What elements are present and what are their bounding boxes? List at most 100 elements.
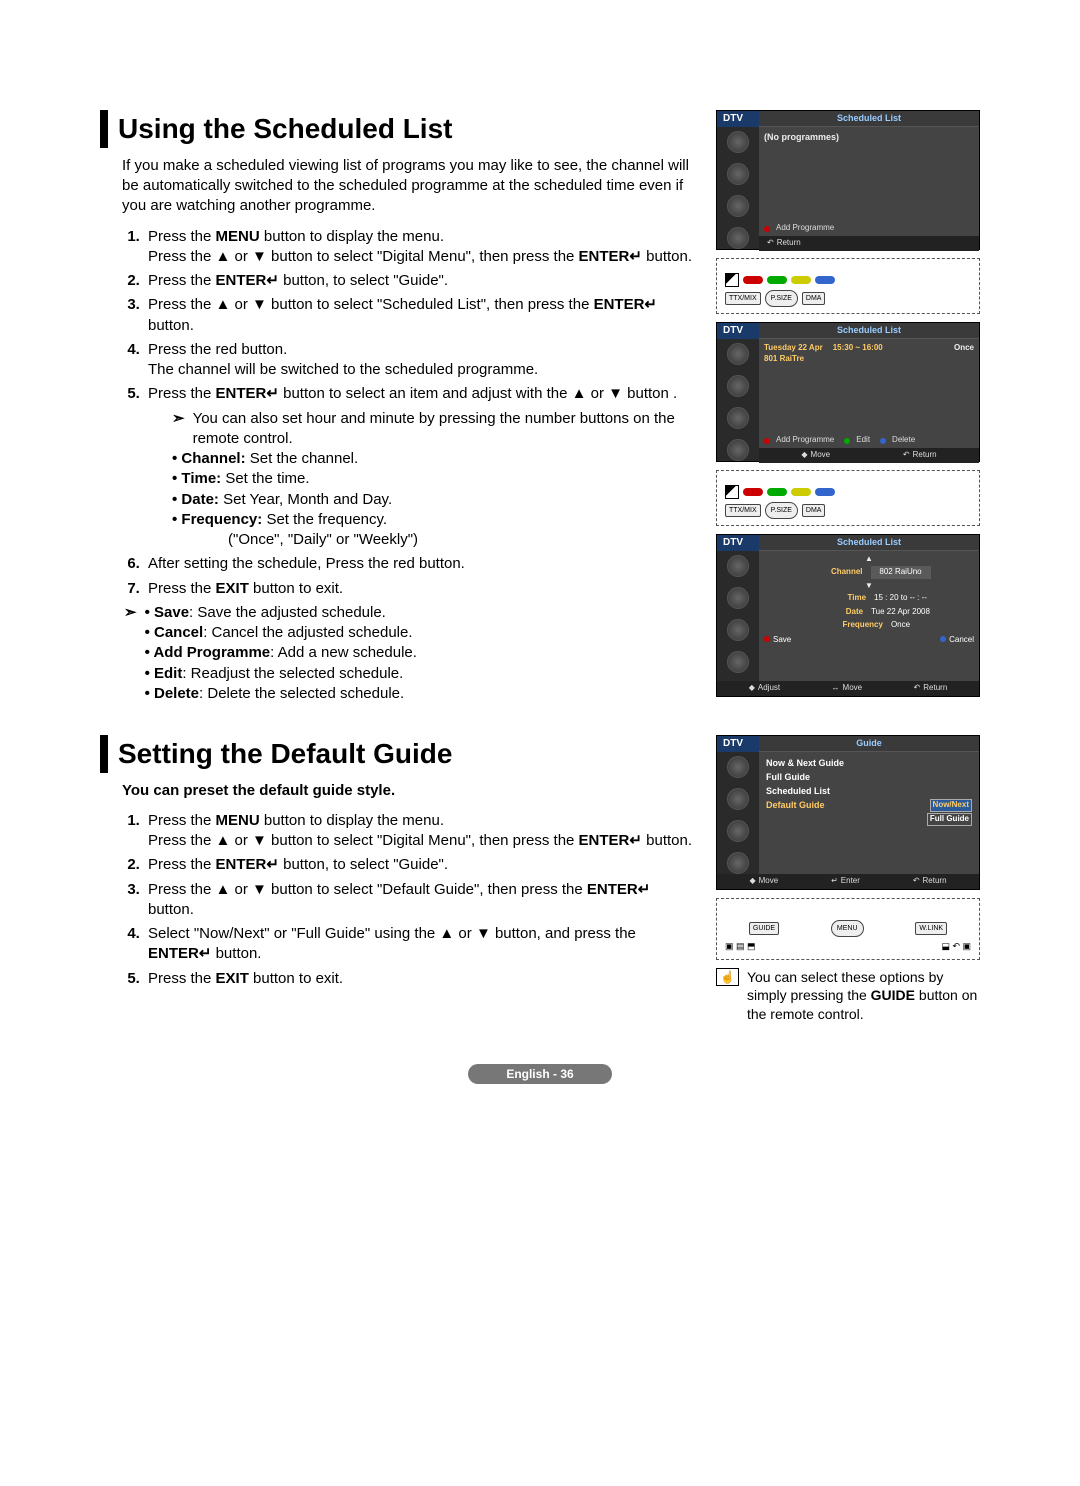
red-button-icon xyxy=(743,276,763,284)
note-arrow-icon: ➣ xyxy=(124,603,137,704)
osd-title: Scheduled List xyxy=(759,535,979,551)
window-icon xyxy=(725,485,739,499)
move-hint: ↔ Move xyxy=(832,683,863,694)
guide-item-scheduled: Scheduled List xyxy=(764,784,974,798)
step5-bullets: Channel: Set the channel. Time: Set the … xyxy=(172,449,698,530)
yellow-button-icon xyxy=(791,276,811,284)
green-button-icon xyxy=(767,276,787,284)
page-number: English - 36 xyxy=(468,1064,611,1084)
adjust-hint: ◆ Adjust xyxy=(749,683,780,694)
enter-icon: ↵ xyxy=(644,296,657,313)
step2-2: Press the ENTER↵ button, to select "Guid… xyxy=(144,855,698,875)
schedule-row: Tuesday 22 Apr 15:30 ~ 16:00 Once xyxy=(764,343,974,354)
sidebar-icon xyxy=(727,227,749,249)
osd-sidebar xyxy=(717,127,759,249)
action-bullets: Save: Save the adjusted schedule. Cancel… xyxy=(145,603,417,704)
step2-1: Press the MENU button to display the men… xyxy=(144,811,698,852)
dtv-badge: DTV xyxy=(717,736,759,752)
osd-scheduled-one: DTV Scheduled List Tuesday 22 Apr 15:30 … xyxy=(716,322,980,462)
cancel-hint: Cancel xyxy=(940,635,974,646)
form-row-frequency: FrequencyOnce xyxy=(764,620,974,631)
no-programmes-label: (No programmes) xyxy=(764,131,974,143)
osd-scheduled-empty: DTV Scheduled List (No programmes) Add P… xyxy=(716,110,980,250)
option-full-guide: Full Guide xyxy=(927,813,972,826)
steps-list-1: Press the MENU button to display the men… xyxy=(144,227,698,599)
osd-title: Scheduled List xyxy=(759,323,979,339)
step5-note: ➣ You can also set hour and minute by pr… xyxy=(172,409,698,450)
remote-strip-1: TTX/MIX P.SIZE DMA xyxy=(716,258,980,314)
dtv-badge: DTV xyxy=(717,111,759,127)
add-programme-hint: Add Programme xyxy=(764,223,834,234)
enter-icon: ↵ xyxy=(266,272,279,289)
form-row-channel: Channel802 RaiUno xyxy=(764,566,974,579)
post-steps-note: ➣ Save: Save the adjusted schedule. Canc… xyxy=(124,603,698,704)
enter-hint: ↵ Enter xyxy=(831,876,860,887)
heading-default-guide: Setting the Default Guide xyxy=(100,735,698,773)
step-7: Press the EXIT button to exit. xyxy=(144,579,698,599)
section-default-guide: Setting the Default Guide You can preset… xyxy=(100,735,980,1024)
step2-4: Select "Now/Next" or "Full Guide" using … xyxy=(144,924,698,965)
move-hint: ◆ Move xyxy=(749,876,778,887)
step-1: Press the MENU button to display the men… xyxy=(144,227,698,268)
form-row-date: DateTue 22 Apr 2008 xyxy=(764,607,974,618)
page-footer: English - 36 xyxy=(100,1064,980,1084)
window-icon xyxy=(725,273,739,287)
step-5: Press the ENTER↵ button to select an ite… xyxy=(144,384,698,550)
enter-icon: ↵ xyxy=(629,832,642,849)
return-hint: ↶ Return xyxy=(767,238,801,249)
wlink-button: W.LINK xyxy=(915,922,947,935)
return-hint: ↶ Return xyxy=(914,683,948,694)
guide-item-now-next: Now & Next Guide xyxy=(764,756,974,770)
return-hint: ↶ Return xyxy=(913,876,947,887)
ttx-button: TTX/MIX xyxy=(725,292,761,305)
dtv-badge: DTV xyxy=(717,323,759,339)
left-column: Using the Scheduled List If you make a s… xyxy=(100,110,698,705)
option-now-next: Now/Next xyxy=(930,799,972,812)
psize-button: P.SIZE xyxy=(765,290,798,307)
remote-strip-3: GUIDE MENU W.LINK ▣ ▤ ⬒ ⬓ ↶ ▣ xyxy=(716,898,980,960)
step-4: Press the red button. The channel will b… xyxy=(144,340,698,381)
move-hint: ◆ Move xyxy=(801,450,830,461)
enter-icon: ↵ xyxy=(266,385,279,402)
guide-list: Now & Next Guide Full Guide Scheduled Li… xyxy=(759,752,979,874)
dma-button: DMA xyxy=(802,292,826,305)
blue-button-icon xyxy=(815,276,835,284)
enter-icon: ↵ xyxy=(638,881,651,898)
return-hint: ↶ Return xyxy=(903,450,937,461)
right-column: DTV Scheduled List (No programmes) Add P… xyxy=(716,110,980,705)
intro-text-2: You can preset the default guide style. xyxy=(122,781,698,801)
enter-icon: ↵ xyxy=(266,856,279,873)
down-arrow-icon: ▼ xyxy=(764,582,974,590)
steps-list-2: Press the MENU button to display the men… xyxy=(144,811,698,989)
guide-button: GUIDE xyxy=(749,922,779,935)
section-scheduled-list: Using the Scheduled List If you make a s… xyxy=(100,110,980,705)
step-2: Press the ENTER↵ button, to select "Guid… xyxy=(144,271,698,291)
enter-icon: ↵ xyxy=(629,248,642,265)
guide-item-full: Full Guide xyxy=(764,770,974,784)
remote-strip-2: TTX/MIXP.SIZEDMA xyxy=(716,470,980,526)
sidebar-icon xyxy=(727,163,749,185)
form-row-time: Time15 : 20 to -- : -- xyxy=(764,593,974,604)
osd-scheduled-form: DTV Scheduled List ▲ Channel802 RaiUno ▼… xyxy=(716,534,980,697)
note-arrow-icon: ➣ xyxy=(172,409,185,450)
heading-scheduled-list: Using the Scheduled List xyxy=(100,110,698,148)
up-arrow-icon: ▲ xyxy=(764,555,974,563)
save-hint: Save xyxy=(764,635,791,646)
osd-title: Guide xyxy=(759,736,979,752)
osd-title: Scheduled List xyxy=(759,111,979,127)
guide-item-default: Default Guide Now/Next xyxy=(764,798,974,812)
sidebar-icon xyxy=(727,131,749,153)
freq-values: ("Once", "Daily" or "Weekly") xyxy=(228,530,698,550)
osd-guide: DTV Guide Now & Next Guide Full Guide Sc… xyxy=(716,735,980,890)
intro-text: If you make a scheduled viewing list of … xyxy=(122,156,698,217)
sidebar-icon xyxy=(727,195,749,217)
hand-icon: ☝ xyxy=(716,968,739,986)
step2-3: Press the ▲ or ▼ button to select "Defau… xyxy=(144,880,698,921)
step2-5: Press the EXIT button to exit. xyxy=(144,969,698,989)
delete-hint: Delete xyxy=(880,435,915,446)
guide-tip: ☝ You can select these options by simply… xyxy=(716,968,980,1025)
step-3: Press the ▲ or ▼ button to select "Sched… xyxy=(144,295,698,336)
enter-icon: ↵ xyxy=(199,945,212,962)
dtv-badge: DTV xyxy=(717,535,759,551)
add-programme-hint: Add Programme xyxy=(764,435,834,446)
